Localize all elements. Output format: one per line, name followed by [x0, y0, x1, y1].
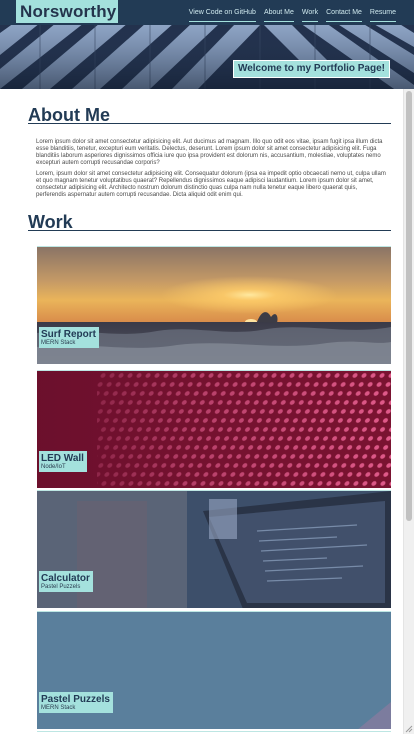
- hero-striped-wall-image: [0, 25, 414, 89]
- project-label: LED Wall Node/IoT: [39, 451, 87, 472]
- project-subtitle: Pastel Puzzels: [41, 584, 81, 590]
- scrollbar-thumb[interactable]: [406, 91, 412, 521]
- hero-banner: Welcome to my Portfolio Page!: [0, 25, 414, 89]
- card-divider: [37, 731, 391, 732]
- page-scrollbar[interactable]: [403, 89, 414, 734]
- project-label: Calculator Pastel Puzzels: [39, 571, 93, 592]
- nav-link-resume[interactable]: Resume: [369, 9, 396, 22]
- project-title: Calculator: [41, 573, 90, 584]
- led-wall-image: [37, 371, 391, 488]
- project-subtitle: MERN Stack: [41, 705, 76, 711]
- project-label: Pastel Puzzels MERN Stack: [39, 692, 113, 713]
- main-nav: View Code on GitHub About Me Work Contac…: [181, 0, 396, 25]
- resize-grip-icon[interactable]: [405, 725, 413, 733]
- nav-link-github[interactable]: View Code on GitHub: [188, 9, 256, 22]
- project-card-surf-report[interactable]: Surf Report MERN Stack: [37, 246, 391, 364]
- project-title: Surf Report: [41, 329, 96, 340]
- top-navbar: Norsworthy View Code on GitHub About Me …: [0, 0, 414, 25]
- project-subtitle: MERN Stack: [41, 340, 76, 346]
- project-label: Surf Report MERN Stack: [39, 327, 99, 348]
- project-card-led-wall[interactable]: LED Wall Node/IoT: [37, 370, 391, 488]
- about-paragraph-2: Lorem, ipsum dolor sit amet consectetur …: [36, 171, 386, 198]
- nav-link-work[interactable]: Work: [301, 9, 319, 22]
- nav-link-contact[interactable]: Contact Me: [326, 9, 362, 22]
- project-subtitle: Node/IoT: [41, 464, 66, 470]
- about-paragraph-1: Lorem ipsum dolor sit amet consectetur a…: [36, 139, 383, 166]
- work-divider: [28, 230, 391, 231]
- about-divider: [28, 123, 391, 124]
- welcome-badge: Welcome to my Portfolio Page!: [232, 60, 390, 78]
- project-card-calculator[interactable]: Calculator Pastel Puzzels: [37, 490, 391, 608]
- nav-link-about[interactable]: About Me: [263, 9, 294, 22]
- project-title: Pastel Puzzels: [41, 694, 110, 705]
- brand-logo[interactable]: Norsworthy: [16, 0, 118, 23]
- project-title: LED Wall: [41, 453, 84, 464]
- project-card-pastel-puzzels[interactable]: Pastel Puzzels MERN Stack: [37, 611, 391, 729]
